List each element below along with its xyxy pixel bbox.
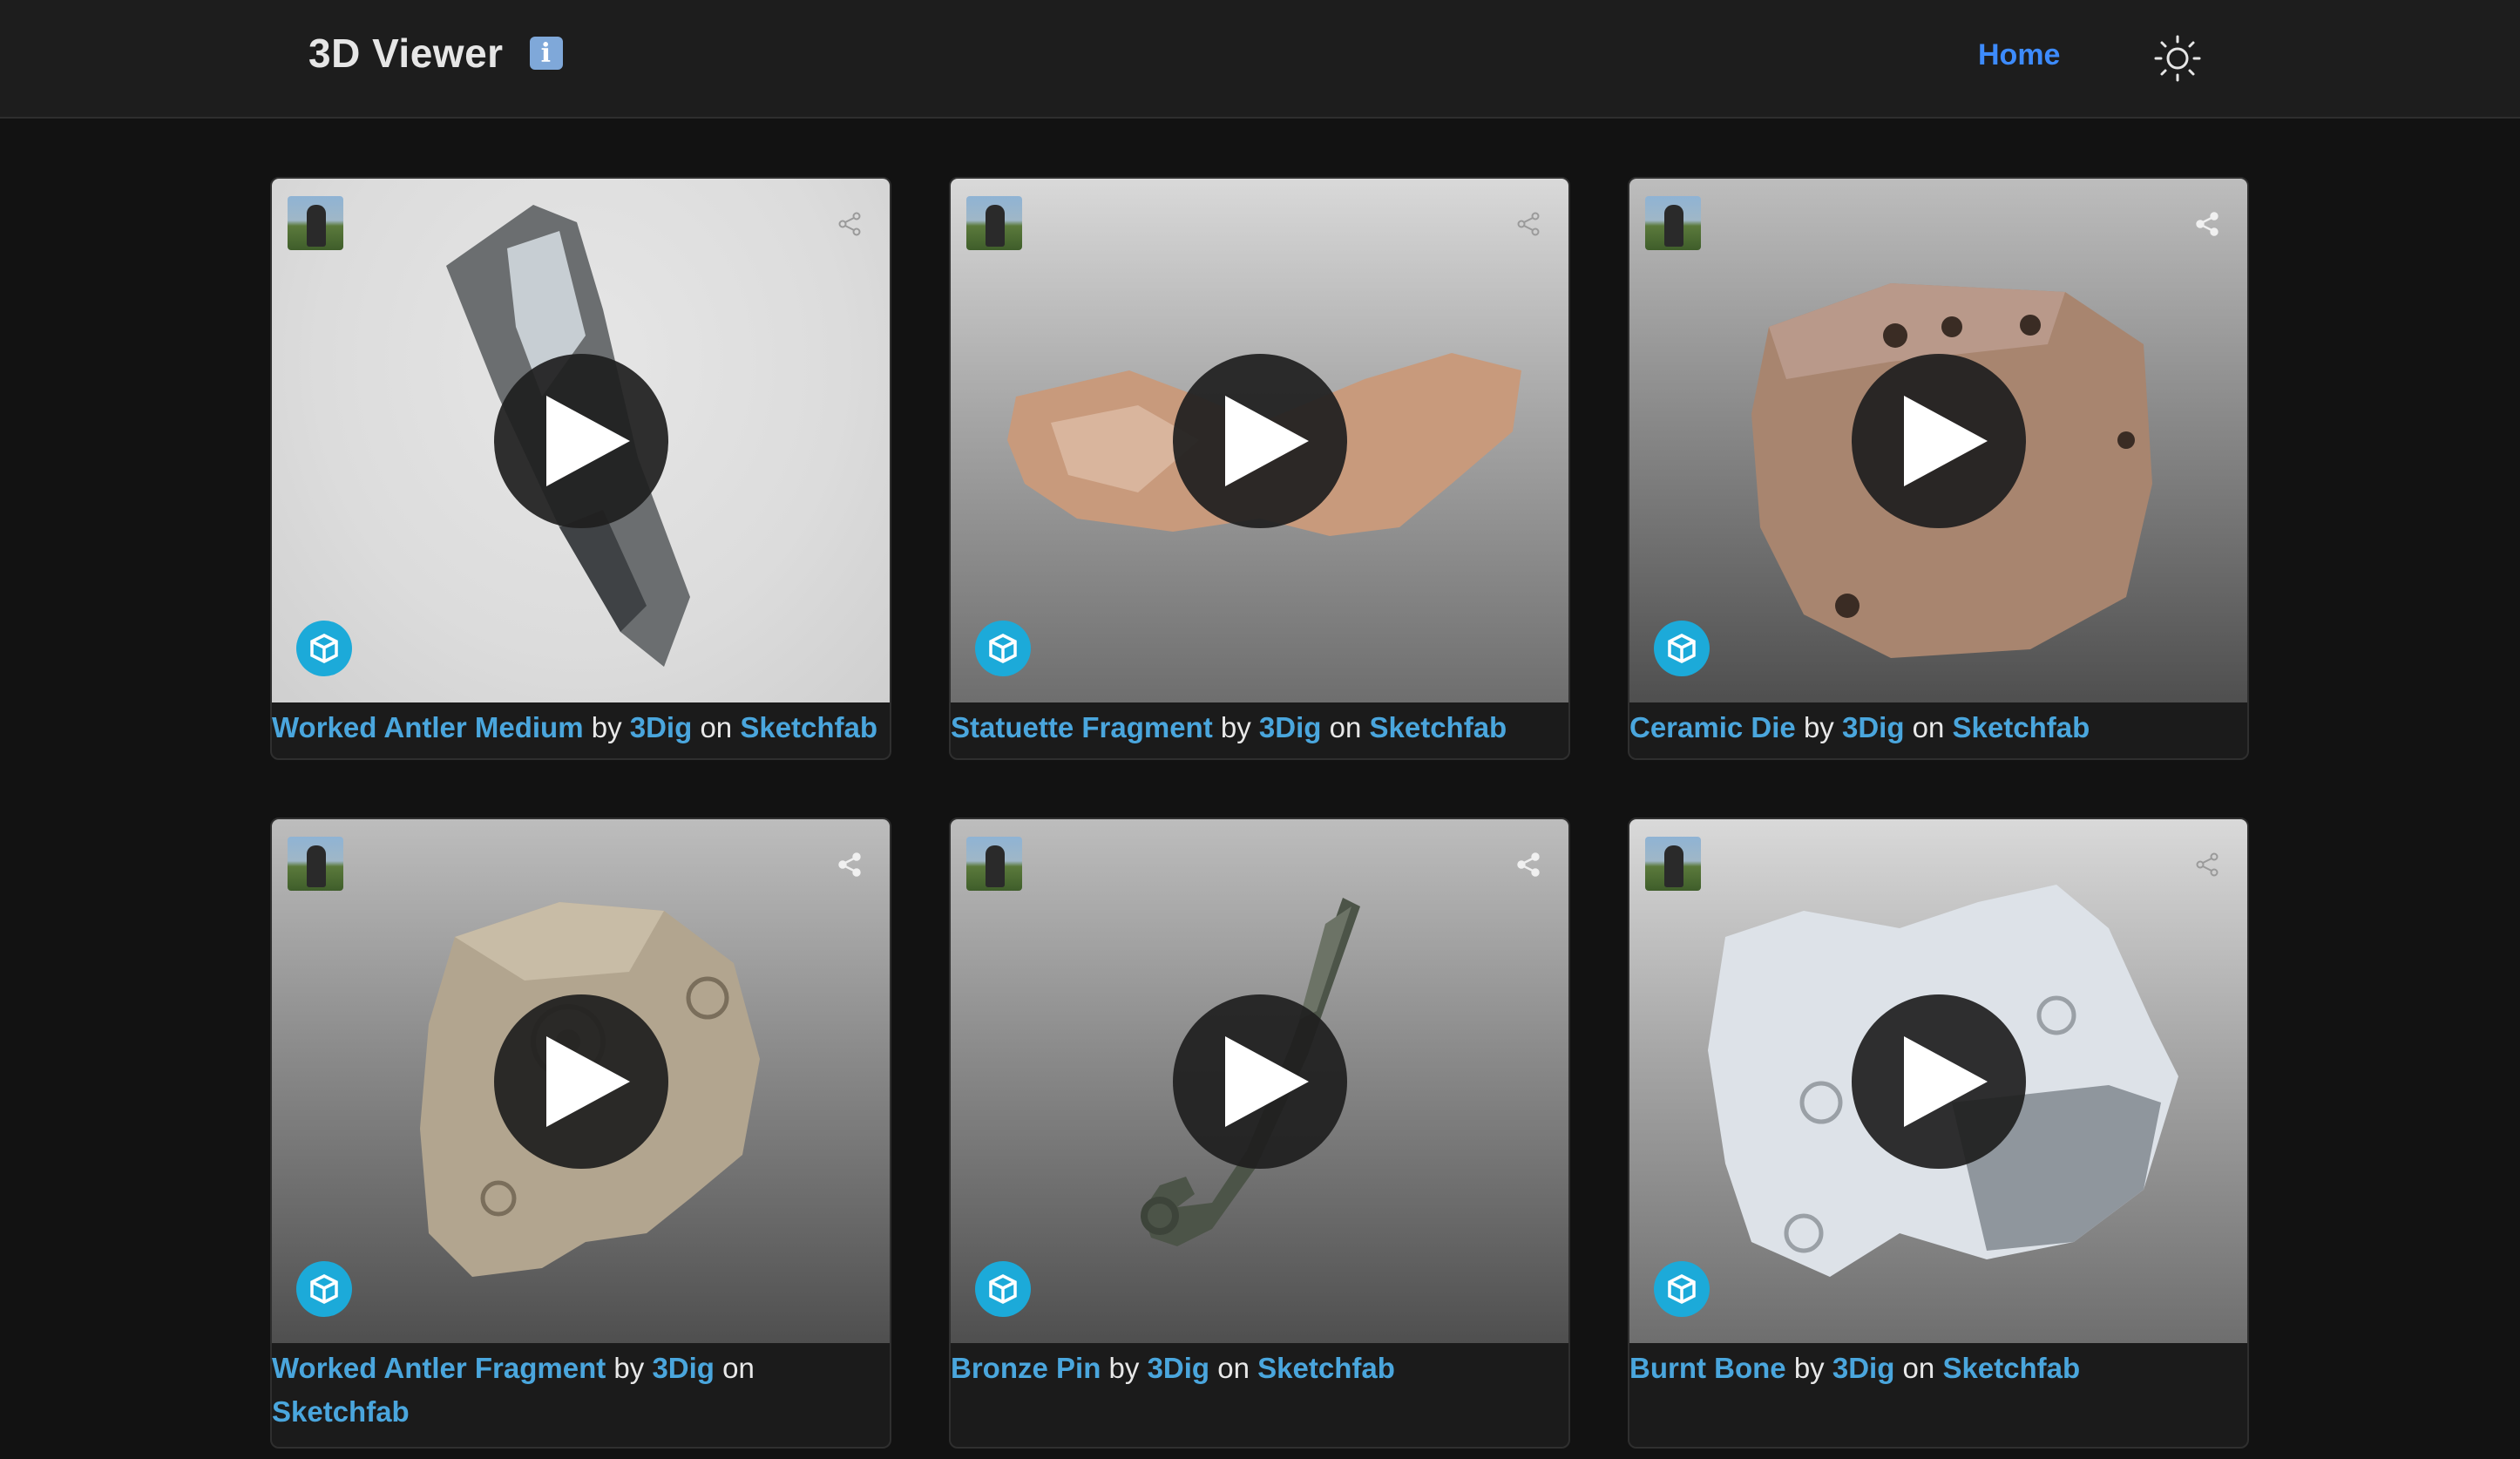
platform-link[interactable]: Sketchfab bbox=[1257, 1352, 1395, 1384]
sketchfab-logo-icon[interactable] bbox=[975, 621, 1031, 676]
model-embed[interactable] bbox=[951, 819, 1568, 1343]
play-button[interactable] bbox=[1172, 994, 1347, 1169]
share-icon[interactable] bbox=[836, 210, 864, 238]
model-title-link[interactable]: Burnt Bone bbox=[1629, 1352, 1786, 1384]
model-title-link[interactable]: Worked Antler Medium bbox=[272, 711, 584, 743]
author-link[interactable]: 3Dig bbox=[1842, 711, 1905, 743]
play-button[interactable] bbox=[493, 353, 668, 528]
model-title-link[interactable]: Worked Antler Fragment bbox=[272, 1352, 606, 1384]
model-embed[interactable] bbox=[1629, 179, 2247, 702]
model-embed[interactable] bbox=[1629, 819, 2247, 1343]
brand[interactable]: 3D Viewer i bbox=[308, 30, 563, 77]
model-caption: Worked Antler Medium by 3Dig on Sketchfa… bbox=[272, 711, 878, 743]
author-link[interactable]: 3Dig bbox=[1148, 1352, 1210, 1384]
app-title: 3D Viewer bbox=[308, 31, 504, 76]
model-caption: Bronze Pin by 3Dig on Sketchfab bbox=[951, 1352, 1395, 1384]
author-avatar[interactable] bbox=[966, 196, 1022, 250]
model-embed[interactable] bbox=[272, 819, 890, 1343]
platform-link[interactable]: Sketchfab bbox=[1942, 1352, 2080, 1384]
model-embed[interactable] bbox=[951, 179, 1568, 702]
platform-link[interactable]: Sketchfab bbox=[1953, 711, 2090, 743]
model-card: Bronze Pin by 3Dig on Sketchfab bbox=[949, 818, 1570, 1449]
info-icon[interactable]: i bbox=[529, 37, 563, 70]
model-card: Burnt Bone by 3Dig on Sketchfab bbox=[1628, 818, 2249, 1449]
model-caption: Statuette Fragment by 3Dig on Sketchfab bbox=[951, 711, 1507, 743]
share-icon[interactable] bbox=[836, 851, 864, 879]
model-caption: Ceramic Die by 3Dig on Sketchfab bbox=[1629, 711, 2090, 743]
author-avatar[interactable] bbox=[966, 837, 1022, 891]
model-title-link[interactable]: Bronze Pin bbox=[951, 1352, 1101, 1384]
share-icon[interactable] bbox=[2193, 210, 2221, 238]
sketchfab-logo-icon[interactable] bbox=[975, 1261, 1031, 1317]
model-title-link[interactable]: Statuette Fragment bbox=[951, 711, 1213, 743]
model-title-link[interactable]: Ceramic Die bbox=[1629, 711, 1796, 743]
sketchfab-logo-icon[interactable] bbox=[1654, 621, 1710, 676]
author-link[interactable]: 3Dig bbox=[1259, 711, 1322, 743]
sketchfab-logo-icon[interactable] bbox=[296, 621, 352, 676]
play-button[interactable] bbox=[1851, 994, 2026, 1169]
sketchfab-logo-icon[interactable] bbox=[296, 1261, 352, 1317]
model-caption: Worked Antler Fragment by 3Dig on Sketch… bbox=[272, 1352, 755, 1428]
author-avatar[interactable] bbox=[288, 196, 343, 250]
share-icon[interactable] bbox=[1514, 210, 1542, 238]
sun-icon[interactable] bbox=[2152, 33, 2203, 84]
model-caption: Burnt Bone by 3Dig on Sketchfab bbox=[1629, 1352, 2081, 1384]
platform-link[interactable]: Sketchfab bbox=[1370, 711, 1507, 743]
share-icon[interactable] bbox=[2193, 851, 2221, 879]
model-card: Statuette Fragment by 3Dig on Sketchfab bbox=[949, 177, 1570, 760]
author-avatar[interactable] bbox=[1645, 196, 1701, 250]
model-embed[interactable] bbox=[272, 179, 890, 702]
platform-link[interactable]: Sketchfab bbox=[272, 1395, 410, 1428]
author-link[interactable]: 3Dig bbox=[652, 1352, 715, 1384]
author-link[interactable]: 3Dig bbox=[630, 711, 693, 743]
author-avatar[interactable] bbox=[288, 837, 343, 891]
model-card: Worked Antler Medium by 3Dig on Sketchfa… bbox=[270, 177, 891, 760]
play-button[interactable] bbox=[1851, 353, 2026, 528]
author-link[interactable]: 3Dig bbox=[1832, 1352, 1895, 1384]
top-navbar: 3D Viewer i Home bbox=[0, 0, 2520, 119]
sketchfab-logo-icon[interactable] bbox=[1654, 1261, 1710, 1317]
model-card: Ceramic Die by 3Dig on Sketchfab bbox=[1628, 177, 2249, 760]
play-button[interactable] bbox=[1172, 353, 1347, 528]
platform-link[interactable]: Sketchfab bbox=[740, 711, 877, 743]
share-icon[interactable] bbox=[1514, 851, 1542, 879]
play-button[interactable] bbox=[493, 994, 668, 1169]
model-card: Worked Antler Fragment by 3Dig on Sketch… bbox=[270, 818, 891, 1449]
nav-home-link[interactable]: Home bbox=[1978, 38, 2060, 72]
